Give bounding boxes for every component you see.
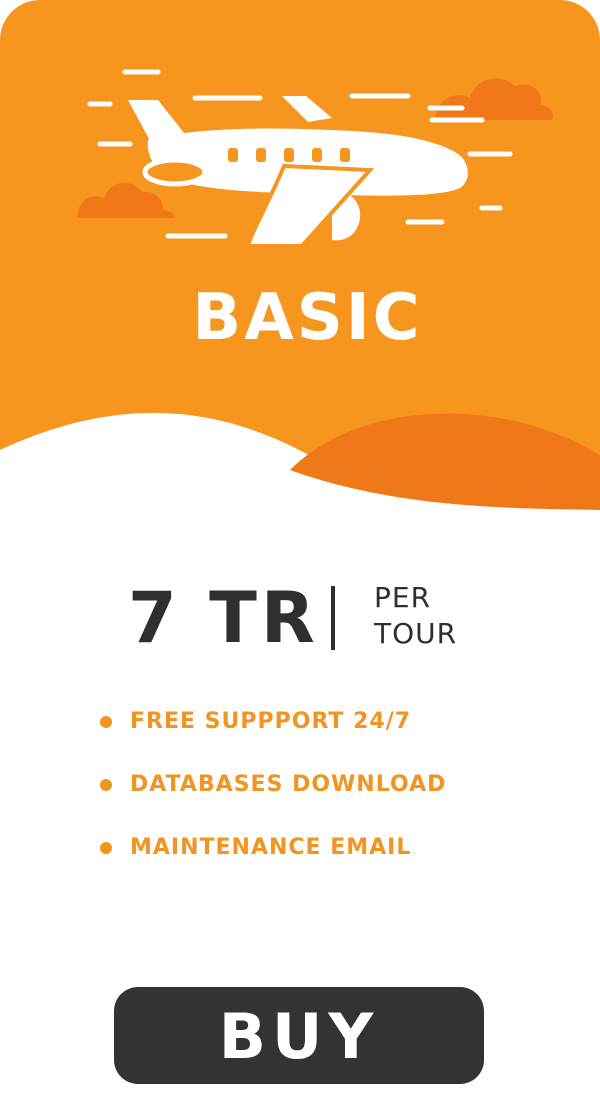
pricing-card: BASIC 7 TR PER TOUR FREE SUPPPORT 24/7 D… [0, 0, 600, 1113]
feature-list: FREE SUPPPORT 24/7 DATABASES DOWNLOAD MA… [100, 700, 560, 889]
feature-label: MAINTENANCE EMAIL [130, 835, 412, 860]
plan-title: BASIC [192, 281, 423, 355]
buy-button[interactable]: BUY [114, 987, 484, 1084]
feature-item: MAINTENANCE EMAIL [100, 826, 560, 889]
price-unit-line2: TOUR [374, 617, 458, 650]
airplane-icon [78, 69, 553, 248]
price-row: 7 TR PER TOUR [0, 578, 600, 658]
bullet-dot-icon [100, 716, 112, 728]
price-unit-line1: PER [374, 581, 432, 614]
price-unit: PER TOUR [374, 580, 494, 652]
bullet-dot-icon [100, 842, 112, 854]
bullet-dot-icon [100, 779, 112, 791]
feature-label: FREE SUPPPORT 24/7 [130, 709, 412, 734]
feature-item: FREE SUPPPORT 24/7 [100, 700, 560, 763]
price-amount: 7 TR [128, 577, 319, 659]
price-divider [331, 586, 335, 650]
feature-label: DATABASES DOWNLOAD [130, 772, 447, 797]
feature-item: DATABASES DOWNLOAD [100, 763, 560, 826]
